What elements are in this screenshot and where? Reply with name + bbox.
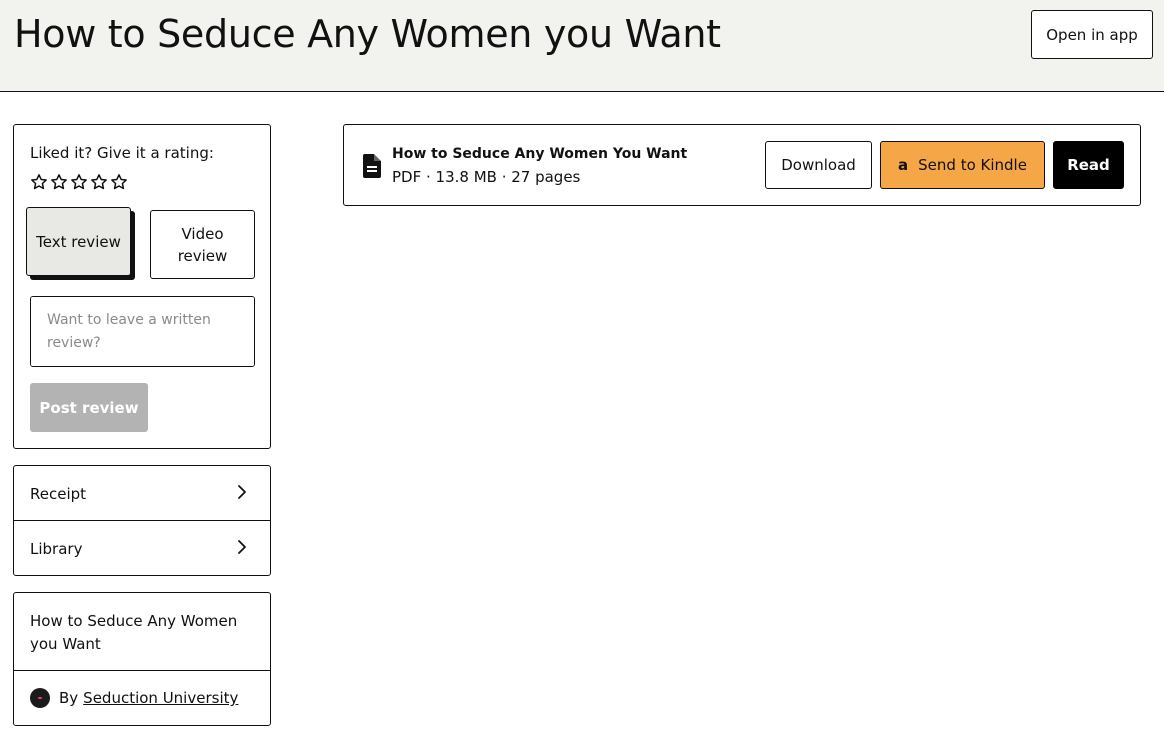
links-card: Receipt Library (13, 465, 271, 576)
read-button[interactable]: Read (1053, 141, 1124, 189)
author-link[interactable]: Seduction University (83, 689, 238, 707)
author-avatar (30, 688, 50, 708)
author-row: By Seduction University (30, 688, 238, 708)
star-icon[interactable] (50, 173, 68, 191)
post-review-button[interactable]: Post review (30, 383, 148, 432)
open-in-app-button[interactable]: Open in app (1031, 10, 1153, 59)
send-to-kindle-label: Send to Kindle (918, 156, 1027, 174)
file-meta: PDF · 13.8 MB · 27 pages (392, 168, 581, 186)
star-icon[interactable] (90, 173, 108, 191)
header: How to Seduce Any Women you Want Open in… (0, 0, 1164, 92)
star-icon[interactable] (30, 173, 48, 191)
document-icon (362, 154, 381, 178)
receipt-label: Receipt (30, 485, 87, 503)
document-card: How to Seduce Any Women you Want By Sedu… (13, 592, 271, 726)
rating-prompt: Liked it? Give it a rating: (30, 144, 214, 162)
by-label: By (59, 689, 79, 707)
chevron-right-icon (238, 485, 246, 499)
receipt-link[interactable]: Receipt (14, 466, 270, 521)
download-label: Download (781, 156, 856, 174)
document-title: How to Seduce Any Women you Want (30, 612, 238, 653)
star-icon[interactable] (70, 173, 88, 191)
amazon-icon: a (898, 156, 909, 174)
read-label: Read (1067, 156, 1110, 174)
download-button[interactable]: Download (765, 141, 872, 189)
review-input[interactable] (30, 296, 255, 367)
star-icon[interactable] (110, 173, 128, 191)
file-name: How to Seduce Any Women You Want (392, 146, 688, 162)
send-to-kindle-button[interactable]: a Send to Kindle (880, 141, 1045, 189)
star-rating (30, 173, 128, 191)
file-card: How to Seduce Any Women You Want PDF · 1… (343, 124, 1141, 206)
library-label: Library (30, 540, 83, 558)
video-review-button[interactable]: Video review (150, 210, 255, 279)
library-link[interactable]: Library (14, 521, 270, 576)
text-review-button[interactable]: Text review (26, 207, 131, 276)
rating-card: Liked it? Give it a rating: Text review … (13, 124, 271, 449)
page-title: How to Seduce Any Women you Want (14, 12, 721, 56)
chevron-right-icon (238, 540, 246, 554)
divider (14, 670, 270, 671)
